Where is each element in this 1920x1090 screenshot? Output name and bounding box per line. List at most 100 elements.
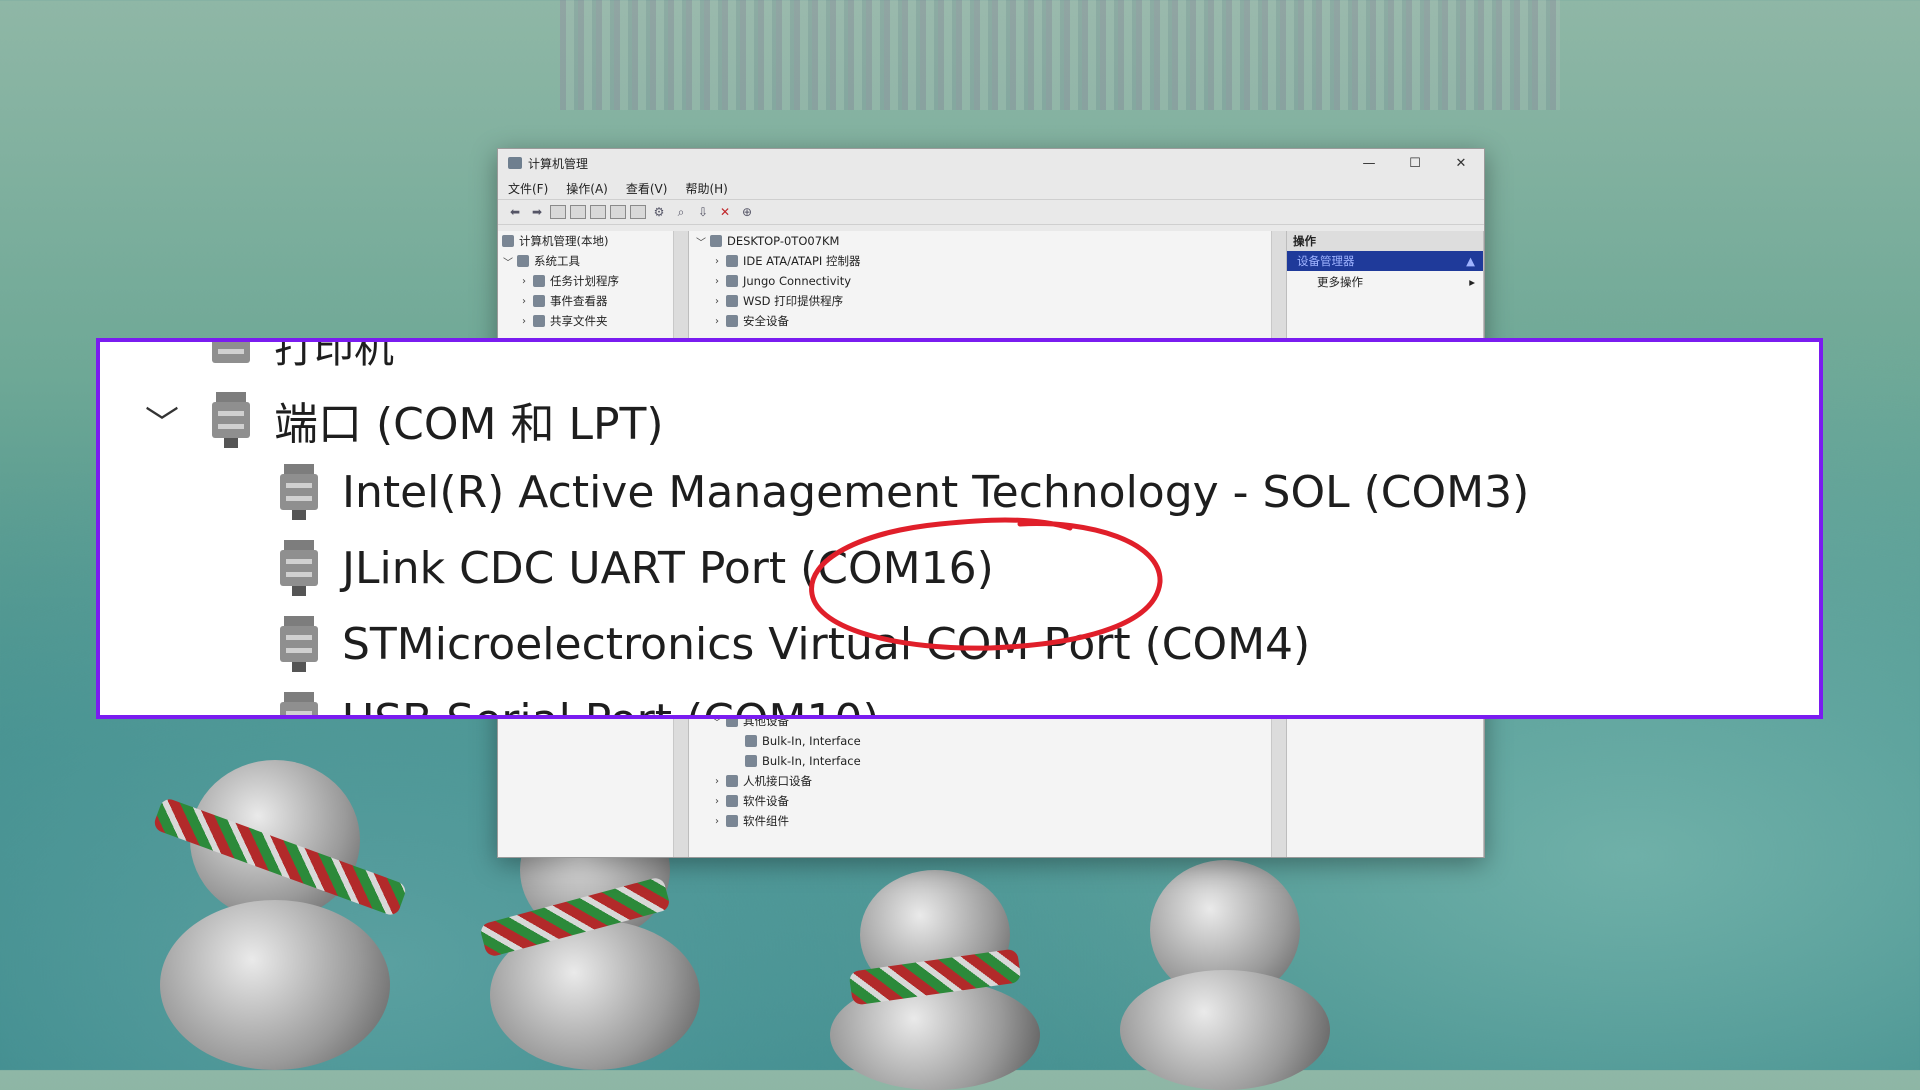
forward-arrow-icon[interactable]: ➡	[528, 204, 546, 220]
menu-view[interactable]: 查看(V)	[626, 180, 668, 197]
tree-item-label: 软件设备	[743, 794, 789, 808]
show-hide-tree-icon[interactable]	[570, 205, 586, 219]
tree-item-label: 软件组件	[743, 814, 789, 828]
download-icon[interactable]: ⊕	[738, 204, 756, 220]
port-icon	[212, 392, 250, 448]
chevron-down-icon[interactable]: ﹀	[695, 234, 707, 249]
tree-item-label: 任务计划程序	[550, 274, 619, 288]
minimize-button[interactable]: —	[1346, 149, 1392, 177]
chevron-right-icon[interactable]: ›	[711, 296, 723, 307]
menu-file[interactable]: 文件(F)	[508, 180, 548, 197]
shared-folder-icon	[533, 315, 545, 327]
tree-item-label: DESKTOP-0TO07KM	[727, 234, 840, 248]
more-actions[interactable]: 更多操作 ▸	[1287, 271, 1483, 293]
maximize-button[interactable]: ☐	[1392, 149, 1438, 177]
toolbar: ⬅ ➡ ⚙ ⌕ ⇩ ✕ ⊕	[498, 199, 1484, 225]
tree-item[interactable]: ﹀ 系统工具	[498, 251, 688, 271]
tree-item-label: 系统工具	[534, 254, 580, 268]
tree-item-label: 计算机管理(本地)	[519, 234, 609, 248]
event-viewer-icon	[533, 295, 545, 307]
port-icon	[280, 540, 318, 596]
gear-icon[interactable]: ⚙	[650, 204, 668, 220]
update-driver-icon[interactable]: ⇩	[694, 204, 712, 220]
menu-action[interactable]: 操作(A)	[566, 180, 608, 197]
actions-header: 操作	[1287, 231, 1483, 251]
tree-item[interactable]: › 事件查看器	[498, 291, 688, 311]
chevron-right-icon[interactable]: ›	[711, 256, 723, 267]
ports-category[interactable]: ﹀ 端口 (COM 和 LPT)	[140, 388, 664, 452]
chevron-up-icon[interactable]: ▲	[1466, 254, 1475, 268]
port-icon	[280, 692, 318, 715]
printer-icon	[726, 295, 738, 307]
chevron-right-icon[interactable]: ›	[518, 316, 530, 327]
port-item-label: USB Serial Port (COM10)	[342, 695, 880, 716]
chevron-down-icon[interactable]: ﹀	[140, 396, 184, 445]
tree-item-label: WSD 打印提供程序	[743, 294, 844, 308]
tree-item[interactable]: › 软件设备	[689, 791, 1286, 811]
port-icon	[280, 616, 318, 672]
menu-help[interactable]: 帮助(H)	[685, 180, 727, 197]
snowman-decoration	[1120, 970, 1330, 1090]
scan-hardware-icon[interactable]: ⌕	[672, 204, 690, 220]
security-device-icon	[726, 315, 738, 327]
tree-item[interactable]: › WSD 打印提供程序	[689, 291, 1286, 311]
chevron-down-icon[interactable]: ﹀	[502, 254, 514, 269]
software-component-icon	[726, 815, 738, 827]
tree-item[interactable]: › 任务计划程序	[498, 271, 688, 291]
title-bar[interactable]: 计算机管理 — ☐ ✕	[498, 149, 1484, 177]
back-arrow-icon[interactable]: ⬅	[506, 204, 524, 220]
chevron-right-icon[interactable]: ›	[518, 276, 530, 287]
usb-device-icon	[726, 275, 738, 287]
tree-item-label: 共享文件夹	[550, 314, 608, 328]
tree-item-label: IDE ATA/ATAPI 控制器	[743, 254, 861, 268]
more-actions-label: 更多操作	[1317, 275, 1363, 289]
tree-item[interactable]: ﹀ DESKTOP-0TO07KM	[689, 231, 1286, 251]
console-icon[interactable]	[630, 205, 646, 219]
tree-item[interactable]: › 人机接口设备	[689, 771, 1286, 791]
tree-item-label: 打印机	[274, 338, 394, 372]
close-button[interactable]: ✕	[1438, 149, 1484, 177]
wallpaper-noise	[560, 0, 1560, 110]
tree-item-label: 事件查看器	[550, 294, 608, 308]
chevron-right-icon: ▸	[1469, 275, 1475, 289]
tree-item[interactable]: 计算机管理(本地)	[498, 231, 688, 251]
computer-management-icon	[508, 157, 522, 169]
snowman-decoration	[160, 900, 390, 1070]
tree-item-label: Bulk-In, Interface	[762, 734, 861, 748]
chevron-right-icon[interactable]: ›	[518, 296, 530, 307]
tree-item-label: Bulk-In, Interface	[762, 754, 861, 768]
properties-icon[interactable]	[590, 205, 606, 219]
actions-device-manager[interactable]: 设备管理器 ▲	[1287, 251, 1483, 271]
hid-device-icon	[726, 775, 738, 787]
ide-controller-icon	[726, 255, 738, 267]
uninstall-icon[interactable]: ✕	[716, 204, 734, 220]
tree-item[interactable]: › 软件组件	[689, 811, 1286, 831]
tree-item[interactable]: › 共享文件夹	[498, 311, 688, 331]
zoom-callout: 打印机 ﹀ 端口 (COM 和 LPT) Intel(R) Active Man…	[96, 338, 1823, 719]
software-device-icon	[726, 795, 738, 807]
chevron-right-icon[interactable]: ›	[711, 816, 723, 827]
menu-bar: 文件(F) 操作(A) 查看(V) 帮助(H)	[498, 177, 1484, 199]
tree-item-label: Jungo Connectivity	[743, 274, 852, 288]
up-folder-icon[interactable]	[550, 205, 566, 219]
tools-icon	[517, 255, 529, 267]
tree-item[interactable]: Bulk-In, Interface	[689, 731, 1286, 751]
tree-item[interactable]: › Jungo Connectivity	[689, 271, 1286, 291]
chevron-right-icon[interactable]: ›	[711, 276, 723, 287]
tree-item[interactable]: › IDE ATA/ATAPI 控制器	[689, 251, 1286, 271]
tree-item-label: 安全设备	[743, 314, 789, 328]
highlight-circle	[809, 517, 1163, 651]
computer-icon	[502, 235, 514, 247]
tree-item[interactable]: Bulk-In, Interface	[689, 751, 1286, 771]
port-icon	[280, 464, 318, 520]
ports-category-label: 端口 (COM 和 LPT)	[274, 399, 664, 450]
unknown-device-icon	[745, 735, 757, 747]
chevron-right-icon[interactable]: ›	[711, 776, 723, 787]
port-item[interactable]: USB Serial Port (COM10)	[280, 692, 880, 716]
chevron-right-icon[interactable]: ›	[711, 316, 723, 327]
task-scheduler-icon	[533, 275, 545, 287]
printer-icon	[212, 342, 250, 373]
chevron-right-icon[interactable]: ›	[711, 796, 723, 807]
tree-item[interactable]: › 安全设备	[689, 311, 1286, 331]
help-icon[interactable]	[610, 205, 626, 219]
